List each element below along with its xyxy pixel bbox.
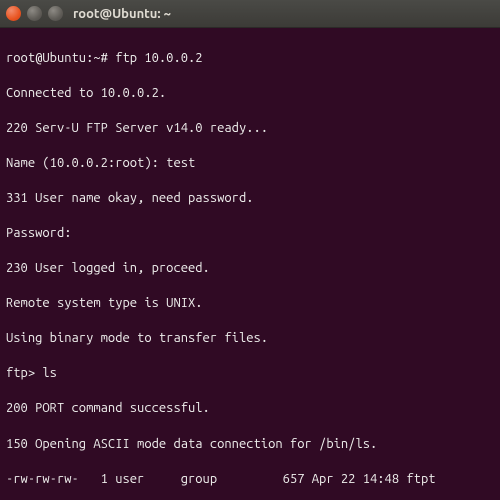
terminal-output[interactable]: root@Ubuntu:~# ftp 10.0.0.2 Connected to… bbox=[0, 28, 500, 500]
close-icon[interactable] bbox=[6, 6, 21, 21]
terminal-line: ftp> ls bbox=[6, 365, 494, 383]
maximize-icon[interactable] bbox=[48, 6, 63, 21]
window-title: root@Ubuntu: ~ bbox=[73, 7, 171, 21]
terminal-line: Connected to 10.0.0.2. bbox=[6, 85, 494, 103]
minimize-icon[interactable] bbox=[27, 6, 42, 21]
terminal-line: Name (10.0.0.2:root): test bbox=[6, 155, 494, 173]
window-titlebar[interactable]: root@Ubuntu: ~ bbox=[0, 0, 500, 28]
terminal-line: 220 Serv-U FTP Server v14.0 ready... bbox=[6, 120, 494, 138]
terminal-line: -rw-rw-rw- 1 user group 657 Apr 22 14:48… bbox=[6, 471, 494, 489]
terminal-line: Using binary mode to transfer files. bbox=[6, 330, 494, 348]
terminal-window: root@Ubuntu: ~ root@Ubuntu:~# ftp 10.0.0… bbox=[0, 0, 500, 500]
terminal-line: 200 PORT command successful. bbox=[6, 400, 494, 418]
terminal-line: 331 User name okay, need password. bbox=[6, 190, 494, 208]
terminal-line: 230 User logged in, proceed. bbox=[6, 260, 494, 278]
terminal-line: 150 Opening ASCII mode data connection f… bbox=[6, 436, 494, 454]
terminal-line: Password: bbox=[6, 225, 494, 243]
terminal-line: Remote system type is UNIX. bbox=[6, 295, 494, 313]
terminal-line: root@Ubuntu:~# ftp 10.0.0.2 bbox=[6, 50, 494, 68]
